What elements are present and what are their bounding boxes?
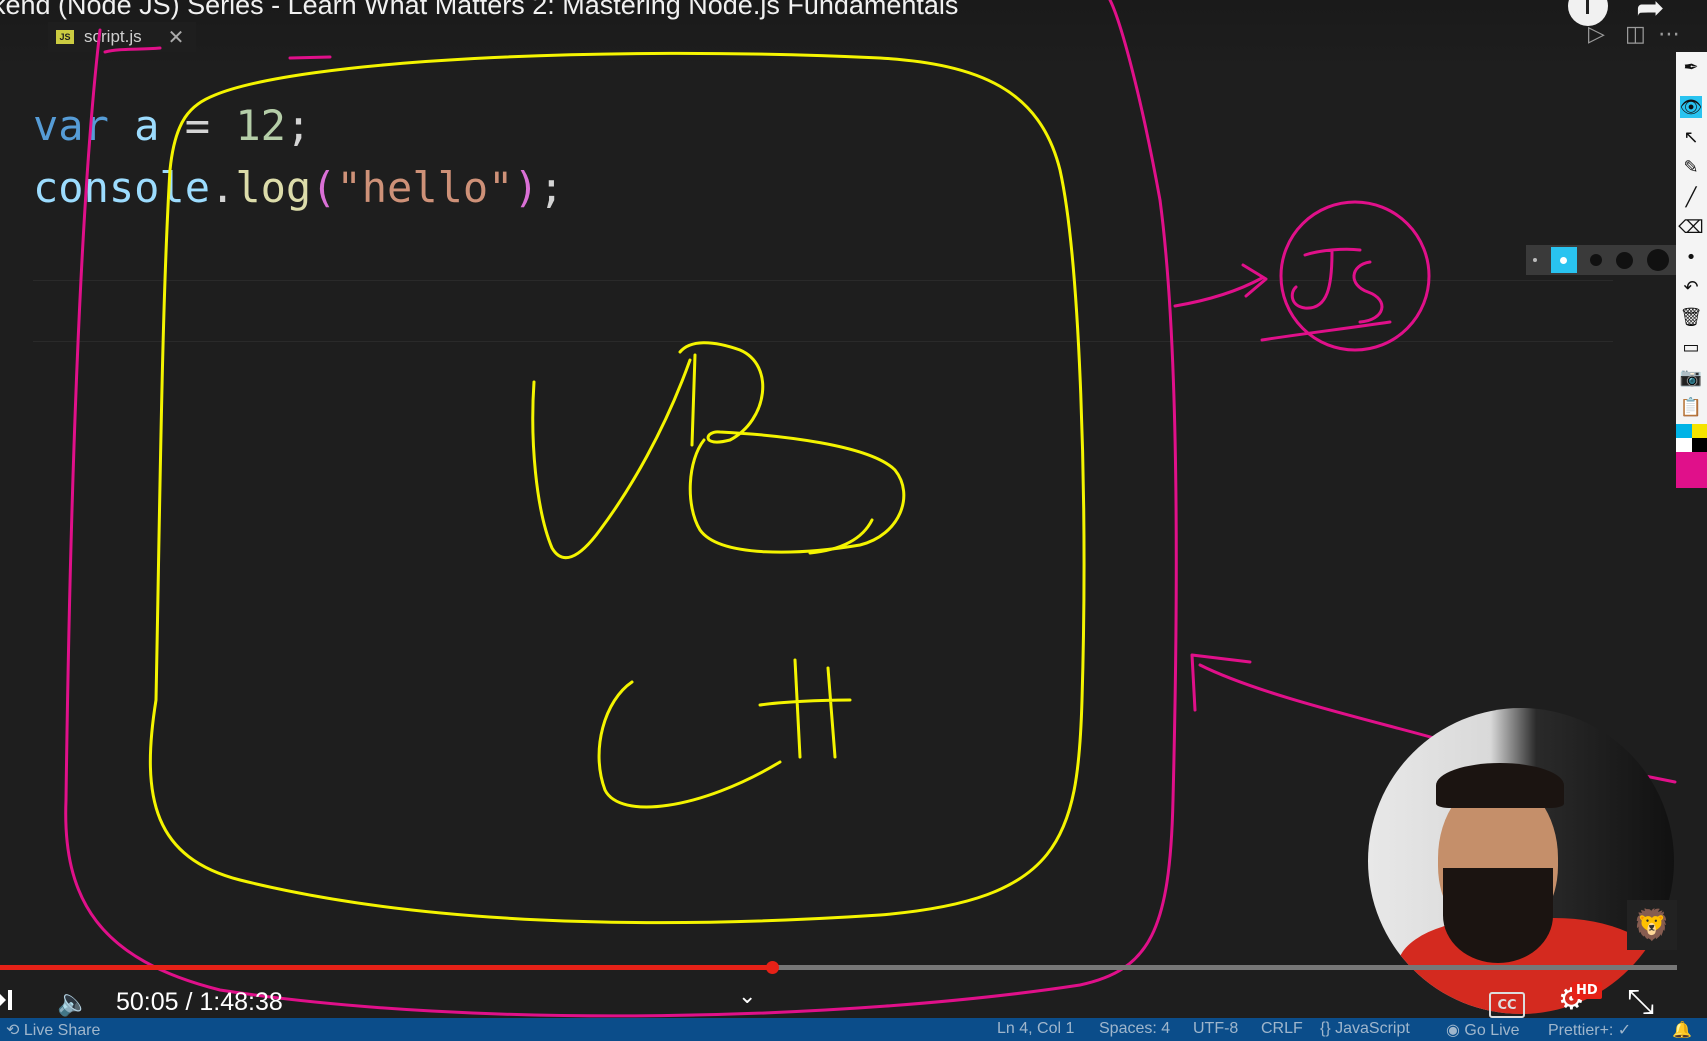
arrow-from-webcam xyxy=(1190,653,1436,740)
channel-mascot-icon: 🦁 xyxy=(1627,900,1677,950)
captions-button[interactable]: CC xyxy=(1489,992,1525,1018)
cpp-plus xyxy=(758,658,852,759)
js-letter-s xyxy=(1352,260,1384,324)
chevron-down-icon[interactable]: ⌄ xyxy=(738,984,756,1009)
next-icon[interactable] xyxy=(0,988,14,1012)
hd-badge: HD xyxy=(1572,982,1602,999)
cpp-letter-c xyxy=(597,680,782,809)
js-letter-j xyxy=(1290,247,1362,310)
yellow-box xyxy=(148,51,1086,925)
volume-icon[interactable]: 🔈 xyxy=(57,988,89,1018)
player-controls: 🔈 50:05 / 1:48:38 ⌄ CC ⚙ HD ⤡ xyxy=(0,980,1707,1024)
arrow-to-js xyxy=(1173,263,1268,308)
vb-letter-v xyxy=(531,358,692,560)
progress-played xyxy=(0,965,773,970)
progress-bar[interactable] xyxy=(0,961,1677,974)
magenta-box xyxy=(64,0,1178,1018)
exit-fullscreen-icon[interactable]: ⤡ xyxy=(1627,982,1654,1022)
time-display: 50:05 / 1:48:38 xyxy=(116,988,283,1016)
